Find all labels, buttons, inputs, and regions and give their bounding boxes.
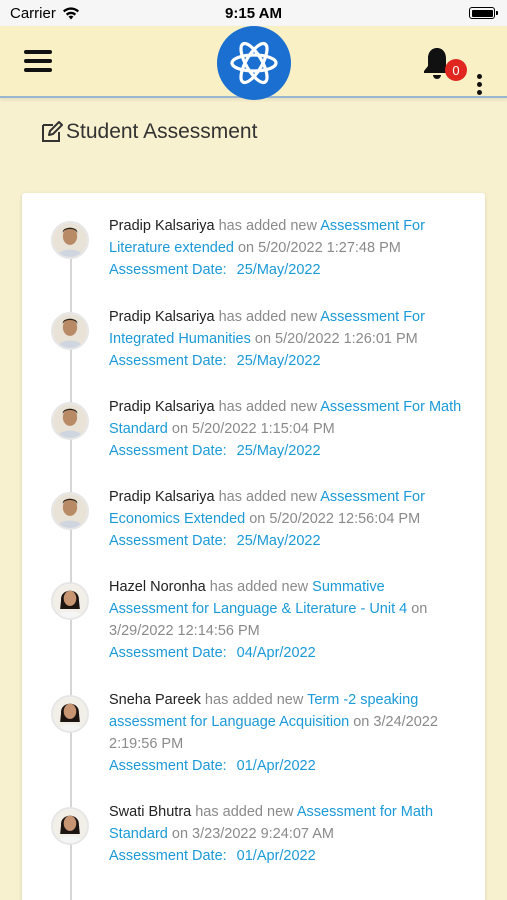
teacher-name: Pradip Kalsariya <box>109 309 215 325</box>
entry-text: Sneha Pareek has added new Term -2 speak… <box>109 689 464 777</box>
avatar <box>51 492 89 530</box>
edit-icon <box>42 121 63 142</box>
entry-text: Pradip Kalsariya has added new Assessmen… <box>109 396 464 462</box>
action-text: has added new <box>200 692 308 708</box>
assessment-date-line: Assessment Date: 01/Apr/2022 <box>109 755 464 777</box>
avatar <box>51 582 89 620</box>
assessment-date-line: Assessment Date: 25/May/2022 <box>109 440 464 462</box>
assessment-date: 01/Apr/2022 <box>236 848 316 864</box>
on-text: on <box>167 826 193 842</box>
action-text: has added new <box>191 804 297 820</box>
action-text: has added new <box>214 489 321 505</box>
status-bar: Carrier 9:15 AM <box>0 0 507 26</box>
entry-text: Hazel Noronha has added new Summative As… <box>109 576 464 664</box>
app-logo[interactable] <box>217 26 291 100</box>
assessment-date-label: Assessment Date: <box>109 262 227 278</box>
menu-bar-icon <box>24 68 52 72</box>
assessment-date: 04/Apr/2022 <box>236 645 316 661</box>
entry-text: Swati Bhutra has added new Assessment fo… <box>109 801 464 867</box>
teacher-name: Sneha Pareek <box>109 692 201 708</box>
teacher-name: Swati Bhutra <box>109 804 192 820</box>
battery-icon <box>469 7 498 19</box>
page-title-text: Student Assessment <box>66 120 258 143</box>
entry-text: Pradip Kalsariya has added new Assessmen… <box>109 486 464 552</box>
avatar <box>51 807 89 845</box>
timestamp: 3/23/2022 9:24:07 AM <box>192 826 334 842</box>
teacher-name: Pradip Kalsariya <box>109 489 215 505</box>
assessment-date-label: Assessment Date: <box>109 443 227 459</box>
assessment-date: 25/May/2022 <box>236 533 321 549</box>
dot-icon <box>476 90 482 95</box>
action-text: has added new <box>214 309 321 325</box>
page-title: Student Assessment <box>40 120 257 144</box>
on-text: on <box>167 421 193 437</box>
assessment-date: 25/May/2022 <box>236 262 321 278</box>
app-header: 0 <box>0 26 507 100</box>
timestamp: 5/20/2022 1:27:48 PM <box>258 240 401 256</box>
menu-bar-icon <box>24 59 52 63</box>
notification-count-badge: 0 <box>445 59 467 81</box>
on-text: on <box>233 240 259 256</box>
assessment-date: 01/Apr/2022 <box>236 758 316 774</box>
assessment-date: 25/May/2022 <box>236 353 321 369</box>
assessment-date-line: Assessment Date: 25/May/2022 <box>109 530 464 552</box>
on-text: on <box>245 511 270 527</box>
assessment-date-label: Assessment Date: <box>109 848 227 864</box>
action-text: has added new <box>214 218 321 234</box>
timestamp: 3/29/2022 12:14:56 PM <box>109 623 260 639</box>
timestamp: 5/20/2022 1:26:01 PM <box>275 331 418 347</box>
dot-icon <box>476 82 482 87</box>
wifi-icon <box>62 6 79 19</box>
entry-text: Pradip Kalsariya has added new Assessmen… <box>109 306 464 372</box>
assessment-date-line: Assessment Date: 01/Apr/2022 <box>109 845 464 867</box>
timestamp: 5/20/2022 1:15:04 PM <box>192 421 335 437</box>
action-text: has added new <box>214 399 321 415</box>
entry-text: Pradip Kalsariya has added new Assessmen… <box>109 215 464 281</box>
on-text: on <box>407 601 428 617</box>
avatar <box>51 695 89 733</box>
atom-logo-icon <box>230 41 278 85</box>
assessment-date-label: Assessment Date: <box>109 353 227 369</box>
assessment-date-line: Assessment Date: 04/Apr/2022 <box>109 642 464 664</box>
hamburger-menu-button[interactable] <box>24 50 52 72</box>
assessment-date-label: Assessment Date: <box>109 645 227 661</box>
status-left: Carrier <box>10 5 80 22</box>
assessment-date: 25/May/2022 <box>236 443 321 459</box>
on-text: on <box>349 714 374 730</box>
assessment-date-label: Assessment Date: <box>109 533 227 549</box>
teacher-name: Hazel Noronha <box>109 579 206 595</box>
teacher-name: Pradip Kalsariya <box>109 399 215 415</box>
avatar <box>51 402 89 440</box>
avatar <box>51 312 89 350</box>
dot-icon <box>476 74 482 79</box>
timestamp: 5/20/2022 12:56:04 PM <box>269 511 421 527</box>
more-options-button[interactable] <box>474 74 484 98</box>
assessment-list-card: Pradip Kalsariya has added new Assessmen… <box>22 193 485 900</box>
assessment-date-line: Assessment Date: 25/May/2022 <box>109 350 464 372</box>
menu-bar-icon <box>24 50 52 54</box>
assessment-date-label: Assessment Date: <box>109 758 227 774</box>
on-text: on <box>250 331 276 347</box>
avatar <box>51 221 89 259</box>
action-text: has added new <box>205 579 313 595</box>
carrier-label: Carrier <box>10 4 56 22</box>
teacher-name: Pradip Kalsariya <box>109 218 215 234</box>
assessment-date-line: Assessment Date: 25/May/2022 <box>109 259 464 281</box>
